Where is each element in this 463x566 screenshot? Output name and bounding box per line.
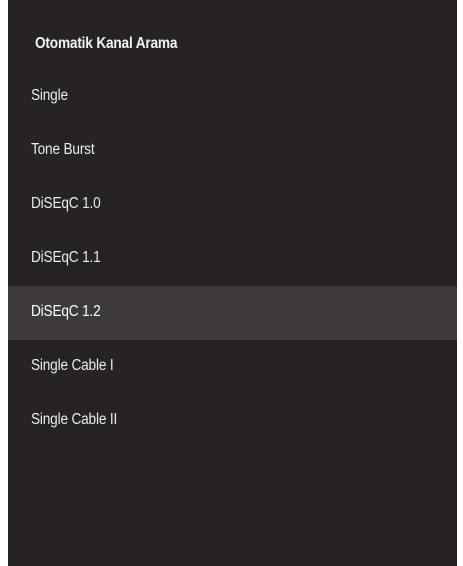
option-diseqc-1-0[interactable]: DiSEqC 1.0: [8, 178, 457, 232]
menu-title: Otomatik Kanal Arama: [35, 35, 178, 52]
option-label: Tone Burst: [31, 141, 95, 158]
option-label: DiSEqC 1.0: [31, 195, 101, 212]
option-label: DiSEqC 1.1: [31, 249, 101, 266]
option-label: DiSEqC 1.2: [31, 303, 101, 320]
option-label: Single: [31, 87, 68, 104]
option-tone-burst[interactable]: Tone Burst: [8, 124, 457, 178]
menu-panel: Otomatik Kanal Arama Single Tone Burst D…: [8, 0, 457, 566]
option-single-cable-2[interactable]: Single Cable II: [8, 394, 457, 448]
option-diseqc-1-2[interactable]: DiSEqC 1.2: [8, 286, 457, 340]
option-single[interactable]: Single: [8, 70, 457, 124]
option-label: Single Cable I: [31, 357, 114, 374]
option-label: Single Cable II: [31, 411, 118, 428]
option-single-cable-1[interactable]: Single Cable I: [8, 340, 457, 394]
option-diseqc-1-1[interactable]: DiSEqC 1.1: [8, 232, 457, 286]
option-list: Single Tone Burst DiSEqC 1.0 DiSEqC 1.1 …: [8, 70, 457, 448]
